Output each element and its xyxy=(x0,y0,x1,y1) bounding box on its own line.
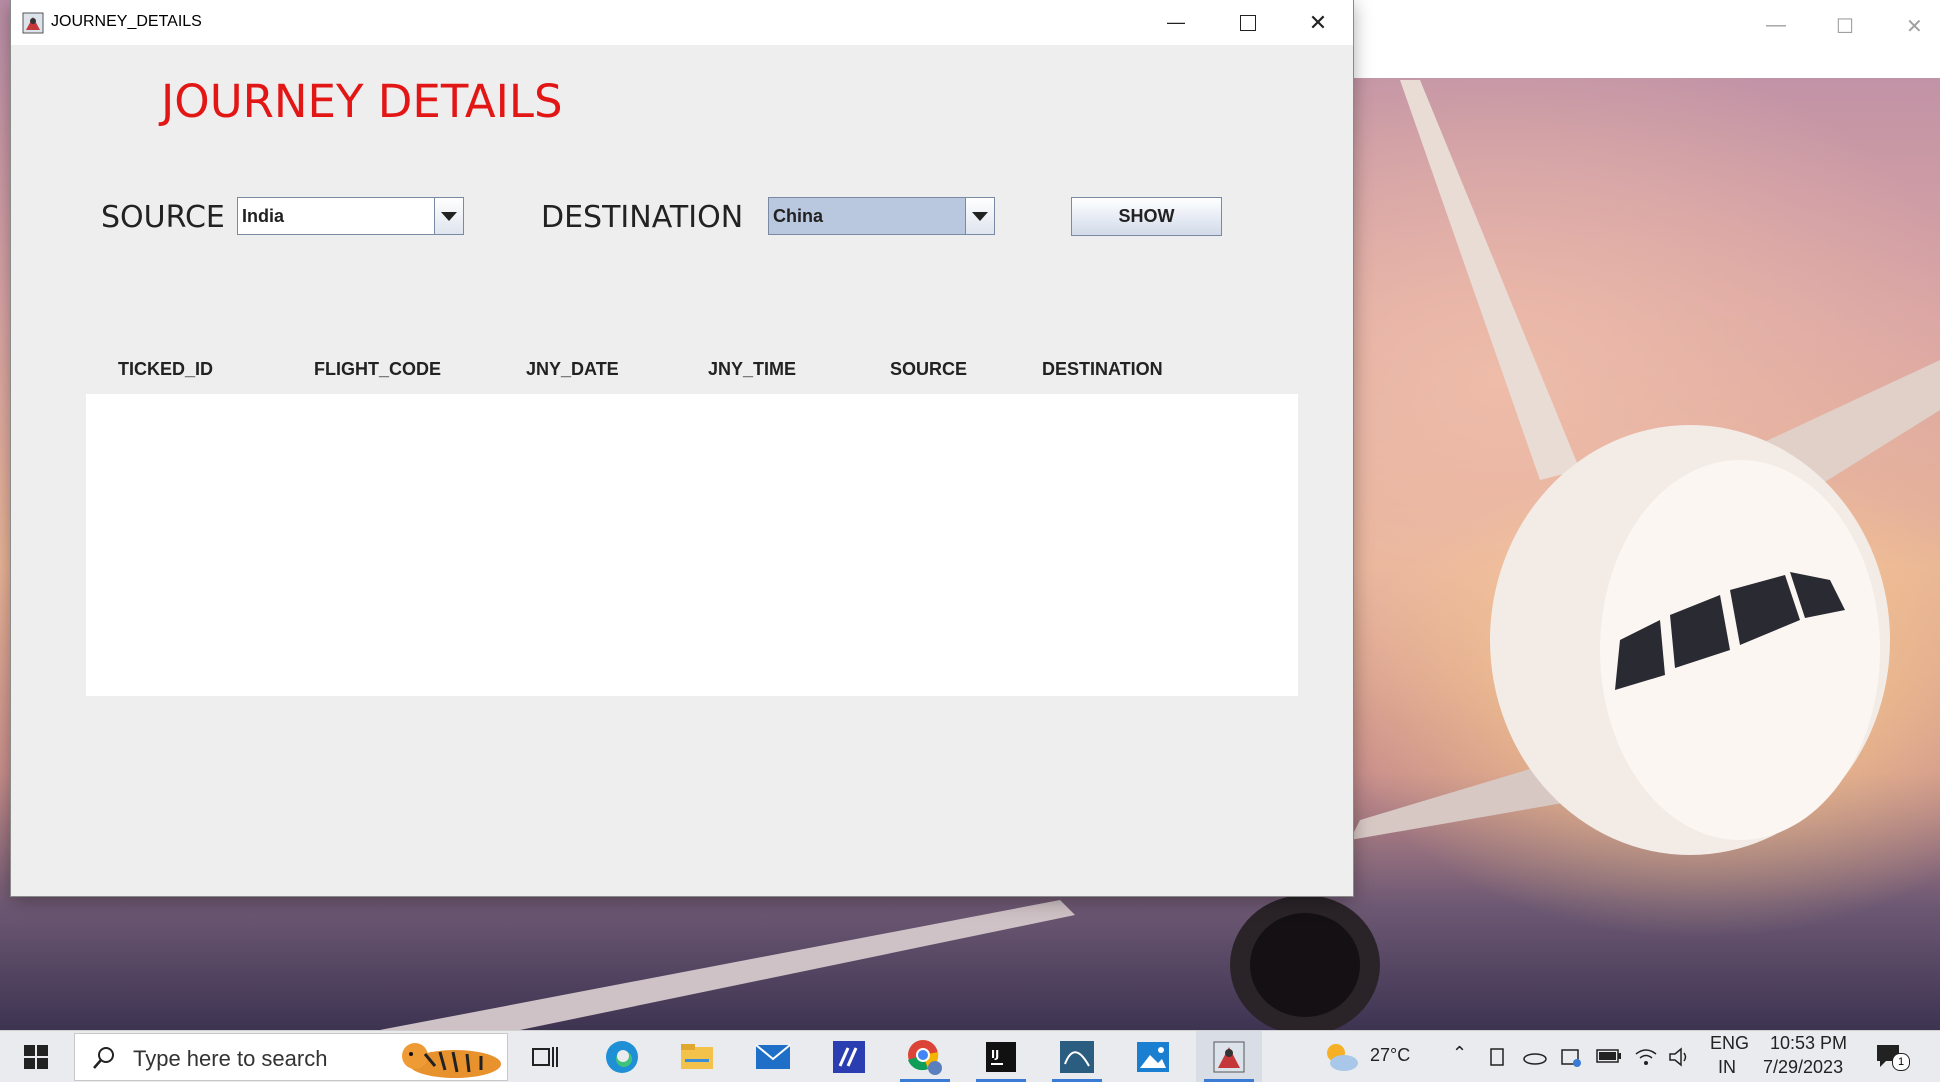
weather-icon[interactable] xyxy=(1320,1039,1360,1075)
chrome-icon xyxy=(908,1039,942,1075)
clock-date[interactable]: 7/29/2023 xyxy=(1763,1057,1843,1078)
column-header-jny-date: JNY_DATE xyxy=(526,359,619,379)
task-view-icon xyxy=(532,1046,558,1067)
taskbar-intellij[interactable]: IJ xyxy=(968,1031,1034,1082)
maximize-button[interactable] xyxy=(1213,0,1283,45)
bg-maximize-icon[interactable]: ☐ xyxy=(1836,14,1854,39)
taskbar-studio-app[interactable] xyxy=(816,1031,882,1082)
window-title: JOURNEY_DETAILS xyxy=(51,13,202,30)
source-dropdown-value: India xyxy=(242,206,285,226)
minimize-button[interactable]: — xyxy=(1141,0,1211,45)
taskbar: Type here to search IJ 27°C ⌃ ENG IN 10:… xyxy=(0,1030,1940,1082)
source-dropdown-arrow[interactable] xyxy=(434,198,463,234)
column-header-jny-time: JNY_TIME xyxy=(708,359,797,379)
destination-dropdown-arrow[interactable] xyxy=(965,198,994,234)
search-placeholder: Type here to search xyxy=(133,1046,328,1071)
column-header-flight-code: FLIGHT_CODE xyxy=(314,359,442,379)
taskbar-chrome[interactable] xyxy=(892,1031,958,1082)
minimize-icon: — xyxy=(1167,12,1185,32)
chevron-down-icon xyxy=(972,211,988,221)
taskbar-java-app[interactable] xyxy=(1196,1031,1262,1082)
java-app-icon xyxy=(1213,1041,1245,1072)
svg-text:IJ: IJ xyxy=(991,1048,999,1061)
column-header-source: SOURCE xyxy=(890,359,968,379)
taskbar-search-box[interactable]: Type here to search xyxy=(74,1033,508,1081)
taskbar-edge[interactable] xyxy=(589,1031,655,1082)
language-indicator[interactable]: ENG xyxy=(1710,1033,1749,1054)
java-app-icon xyxy=(22,12,44,34)
source-label: SOURCE xyxy=(101,200,225,235)
source-dropdown[interactable]: India xyxy=(237,197,464,235)
destination-dropdown-value: China xyxy=(773,206,824,226)
column-header-destination: DESTINATION xyxy=(1042,359,1163,379)
studio-app-icon xyxy=(833,1040,865,1073)
windows-icon xyxy=(24,1044,48,1069)
start-button[interactable] xyxy=(0,1031,72,1082)
mail-icon xyxy=(755,1043,791,1069)
notification-count-badge: 1 xyxy=(1892,1053,1910,1071)
page-title: JOURNEY DETAILS xyxy=(161,75,563,128)
taskbar-photos[interactable] xyxy=(1120,1031,1186,1082)
window-titlebar[interactable]: JOURNEY_DETAILS — ✕ xyxy=(11,0,1353,45)
journey-table-body[interactable] xyxy=(86,394,1298,696)
close-button[interactable]: ✕ xyxy=(1283,0,1353,45)
onedrive-icon[interactable] xyxy=(1522,1049,1548,1065)
notification-center-button[interactable]: 1 xyxy=(1870,1039,1910,1075)
close-icon: ✕ xyxy=(1308,9,1328,35)
intellij-icon: IJ xyxy=(986,1041,1016,1072)
taskbar-task-view[interactable] xyxy=(512,1031,578,1082)
chevron-down-icon xyxy=(441,211,457,221)
journey-details-window: JOURNEY_DETAILS — ✕ JOURNEY DETAILS SOUR… xyxy=(11,0,1353,896)
battery-icon[interactable] xyxy=(1596,1049,1622,1063)
folder-icon xyxy=(681,1043,713,1069)
search-icon xyxy=(93,1047,114,1069)
bg-close-icon[interactable]: ✕ xyxy=(1906,14,1923,39)
photos-icon xyxy=(1137,1041,1169,1072)
taskbar-mail[interactable] xyxy=(740,1031,806,1082)
destination-label: DESTINATION xyxy=(541,200,744,235)
tiger-search-highlight-icon xyxy=(402,1043,501,1078)
taskbar-file-explorer[interactable] xyxy=(664,1031,730,1082)
column-header-ticked-id: TICKED_ID xyxy=(118,359,214,379)
destination-dropdown[interactable]: China xyxy=(768,197,995,235)
bg-minimize-icon[interactable]: — xyxy=(1766,14,1786,37)
wifi-icon[interactable] xyxy=(1634,1046,1658,1068)
volume-icon[interactable] xyxy=(1668,1046,1692,1068)
sync-icon[interactable] xyxy=(1560,1046,1582,1068)
edge-icon xyxy=(606,1040,638,1073)
maximize-icon xyxy=(1240,14,1256,31)
background-window-titlebar: — ☐ ✕ xyxy=(1350,0,1940,78)
taskbar-mysql-workbench[interactable] xyxy=(1044,1031,1110,1082)
show-button[interactable]: SHOW xyxy=(1071,197,1222,236)
mysql-workbench-icon xyxy=(1060,1040,1094,1073)
weather-temperature[interactable]: 27°C xyxy=(1370,1045,1410,1066)
chevron-up-icon[interactable]: ⌃ xyxy=(1452,1043,1467,1064)
meet-now-icon[interactable] xyxy=(1488,1047,1508,1067)
region-indicator[interactable]: IN xyxy=(1718,1057,1736,1078)
clock-time[interactable]: 10:53 PM xyxy=(1770,1033,1847,1054)
